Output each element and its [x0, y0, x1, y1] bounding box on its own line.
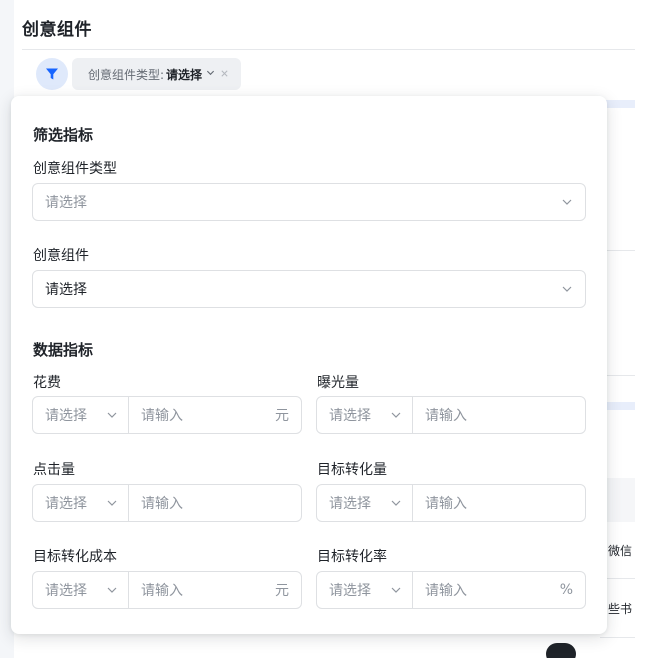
value-input[interactable]: 请输入: [129, 493, 301, 513]
chevron-down-icon: [391, 412, 401, 418]
filter-chip-creative-type[interactable]: 创意组件类型: 请选择: [72, 58, 242, 90]
operator-placeholder: 请选择: [329, 408, 371, 424]
metric-label-clicks: 点击量: [33, 462, 75, 478]
operator-placeholder: 请选择: [329, 496, 371, 512]
operator-placeholder: 请选择: [45, 496, 87, 512]
chevron-down-icon: [107, 587, 117, 593]
filter-chip-value: 请选择: [166, 67, 203, 82]
chevron-down-icon: [562, 286, 572, 292]
value-input[interactable]: 请输入 元: [129, 580, 301, 600]
metric-label-impressions: 曝光量: [317, 375, 359, 391]
input-placeholder: 请输入: [425, 496, 467, 512]
metric-label-conversions: 目标转化量: [317, 462, 387, 478]
unit-suffix: 元: [275, 583, 289, 599]
chevron-down-icon: [107, 500, 117, 506]
chevron-down-icon: [562, 199, 572, 205]
creative-type-label: 创意组件类型: [33, 161, 117, 177]
avatar: [546, 643, 576, 658]
input-placeholder: 请输入: [141, 408, 183, 424]
unit-suffix: 元: [275, 408, 289, 424]
operator-placeholder: 请选择: [329, 583, 371, 599]
metric-conversion-cost-field: 请选择 请输入 元: [32, 571, 302, 609]
creative-type-select[interactable]: 请选择: [32, 183, 586, 221]
metric-label-spend: 花费: [33, 375, 61, 391]
value-input[interactable]: 请输入 元: [129, 405, 301, 425]
chevron-down-icon[interactable]: [206, 68, 215, 80]
value-input[interactable]: 请输入 %: [413, 580, 585, 600]
operator-select[interactable]: 请选择: [33, 485, 129, 521]
operator-placeholder: 请选择: [45, 408, 87, 424]
metric-impressions-field: 请选择 请输入: [316, 396, 586, 434]
metric-label-conversion-rate: 目标转化率: [317, 549, 387, 565]
page-title: 创意组件: [22, 20, 92, 40]
input-placeholder: 请输入: [141, 496, 183, 512]
chevron-down-icon: [391, 500, 401, 506]
value-input[interactable]: 请输入: [413, 493, 585, 513]
unit-suffix: %: [559, 582, 573, 598]
input-placeholder: 请输入: [425, 583, 467, 599]
filter-popover: 筛选指标 创意组件类型 请选择 创意组件 请选择 数据指标 花费 请选择 请输入…: [11, 96, 607, 634]
operator-select[interactable]: 请选择: [317, 485, 413, 521]
data-section-title: 数据指标: [33, 341, 94, 359]
filter-chip-label: 创意组件类型:: [88, 67, 165, 82]
operator-select[interactable]: 请选择: [317, 572, 413, 608]
filter-section-title: 筛选指标: [33, 126, 94, 144]
creative-select[interactable]: 请选择: [32, 270, 586, 308]
bg-cell-text: 些书: [608, 602, 633, 616]
metric-label-conversion-cost: 目标转化成本: [33, 549, 117, 565]
creative-label: 创意组件: [33, 248, 89, 264]
bg-divider: [600, 637, 635, 638]
metric-clicks-field: 请选择 请输入: [32, 484, 302, 522]
chevron-down-icon: [391, 587, 401, 593]
metric-spend-field: 请选择 请输入 元: [32, 396, 302, 434]
metric-conversion-rate-field: 请选择 请输入 %: [316, 571, 586, 609]
chevron-down-icon: [107, 412, 117, 418]
filter-row: 创意组件类型: 请选择: [36, 58, 242, 90]
title-divider: [22, 49, 635, 50]
input-placeholder: 请输入: [425, 408, 467, 424]
operator-select[interactable]: 请选择: [33, 397, 129, 433]
metric-conversions-field: 请选择 请输入: [316, 484, 586, 522]
input-placeholder: 请输入: [141, 583, 183, 599]
close-icon[interactable]: [220, 67, 229, 82]
filter-button[interactable]: [36, 58, 68, 90]
value-input[interactable]: 请输入: [413, 405, 585, 425]
funnel-icon: [46, 68, 58, 80]
bg-cell-text: 微信: [608, 544, 633, 558]
creative-type-placeholder: 请选择: [45, 195, 87, 211]
operator-placeholder: 请选择: [45, 583, 87, 599]
creative-value: 请选择: [45, 282, 87, 298]
operator-select[interactable]: 请选择: [33, 572, 129, 608]
operator-select[interactable]: 请选择: [317, 397, 413, 433]
